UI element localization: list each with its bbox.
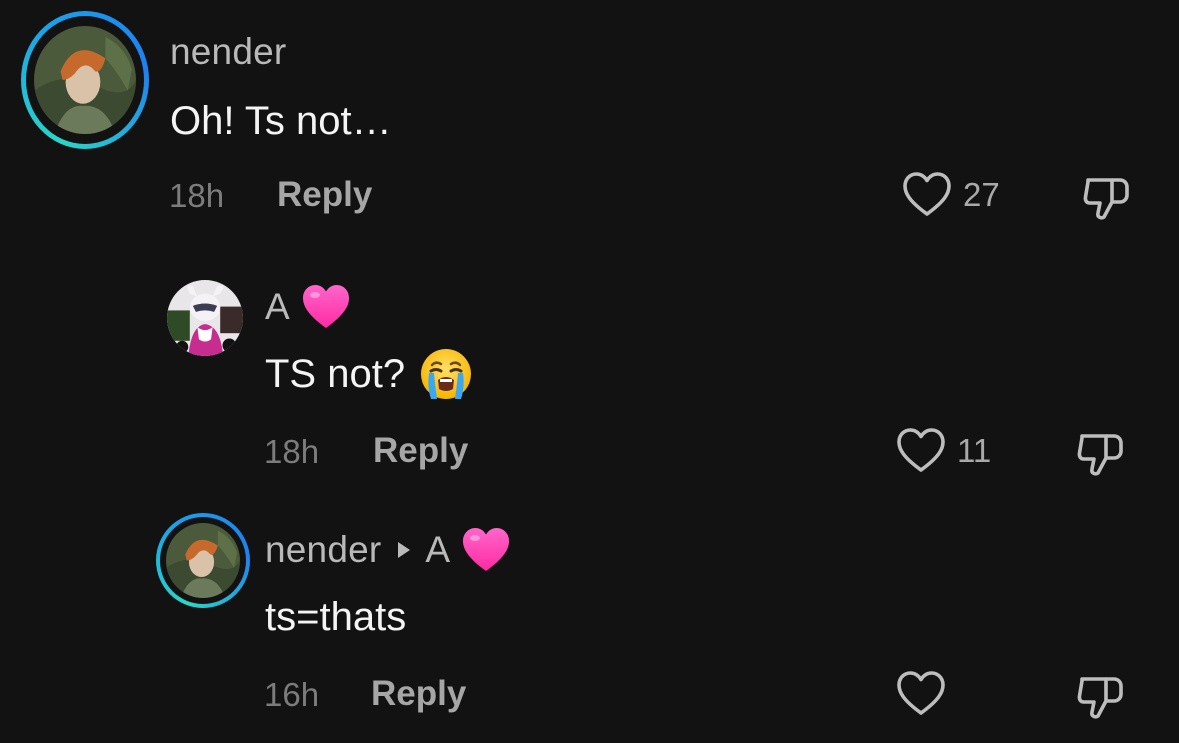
like-button[interactable]: 27 <box>903 172 1000 218</box>
avatar[interactable] <box>166 523 240 598</box>
reply-button[interactable]: Reply <box>371 674 466 714</box>
heart-outline-icon <box>897 428 945 472</box>
loudly-crying-face-emoji <box>421 349 472 399</box>
comment-text: Oh! Ts not… <box>170 98 392 143</box>
comment-timestamp: 18h <box>264 433 320 470</box>
comment-timestamp: 18h <box>169 177 225 214</box>
pink-heart-emoji <box>463 528 510 571</box>
like-count: 27 <box>963 176 1000 213</box>
comment-timestamp: 16h <box>264 676 320 713</box>
comment-username[interactable]: A <box>265 282 350 332</box>
pink-heart-emoji <box>302 285 349 328</box>
dislike-button[interactable] <box>1076 671 1126 726</box>
reply-button[interactable]: Reply <box>373 431 468 471</box>
reply-to-username[interactable]: A <box>425 529 450 571</box>
triangle-right-icon <box>398 542 411 558</box>
dislike-button[interactable] <box>1082 172 1132 227</box>
comment-text: TS not? <box>265 347 473 401</box>
thumbs-down-icon <box>1083 178 1129 220</box>
thumbs-down-icon <box>1077 677 1123 719</box>
avatar[interactable] <box>167 280 243 356</box>
like-button[interactable] <box>897 671 957 717</box>
comment-thread: nender Oh! Ts not… 18h Reply 27 A TS not… <box>0 0 1179 743</box>
thumbs-down-icon <box>1077 434 1123 476</box>
reply-button[interactable]: Reply <box>277 175 372 215</box>
avatar[interactable] <box>34 26 136 134</box>
heart-outline-icon <box>897 671 945 715</box>
heart-outline-icon <box>903 172 951 216</box>
like-count: 11 <box>957 432 992 469</box>
comment-username[interactable]: nender A <box>265 525 510 575</box>
like-button[interactable]: 11 <box>897 428 991 474</box>
dislike-button[interactable] <box>1076 428 1126 483</box>
comment-text: ts=thats <box>265 594 407 639</box>
comment-username[interactable]: nender <box>170 30 286 74</box>
